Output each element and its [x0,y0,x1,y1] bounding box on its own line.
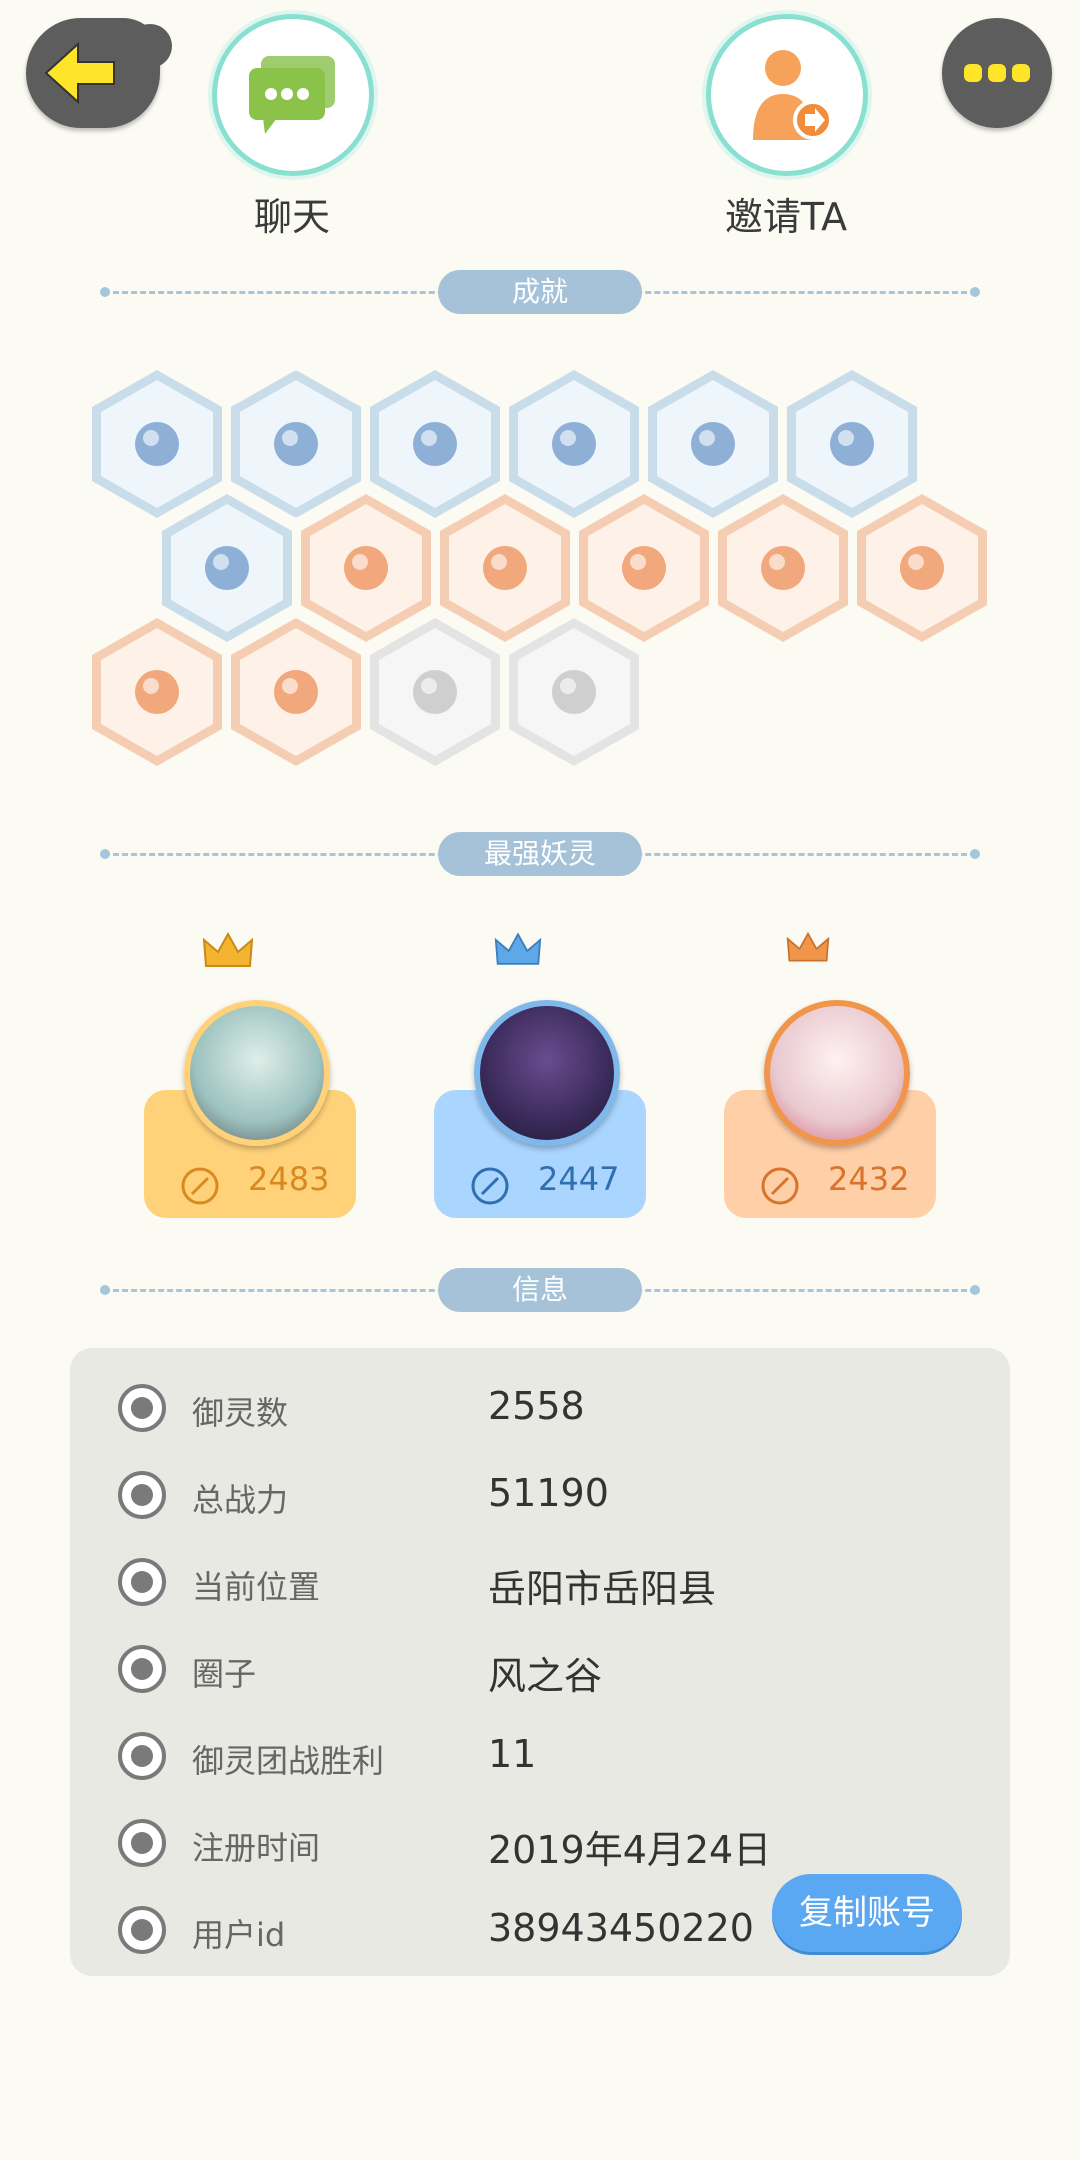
info-key: 圈子 [192,1655,257,1693]
info-key: 当前位置 [192,1568,321,1606]
info-value: 38943450220 [488,1906,754,1950]
achievement-badge[interactable] [509,618,639,766]
ghost-badge-icon [240,628,352,756]
strongest-title: 最强妖灵 [438,832,642,876]
info-value: 风之谷 [488,1654,603,1698]
sword-icon [181,1167,219,1205]
sneaker-badge-icon [101,380,213,508]
circle-target-icon [118,1645,166,1693]
achievement-badge[interactable] [787,370,917,518]
achievement-badge[interactable] [440,494,570,642]
info-key: 御灵数 [192,1394,289,1432]
achievements-header: 成就 [100,270,980,314]
invite-button[interactable]: 邀请TA [706,14,868,241]
info-value: 2558 [488,1384,585,1428]
invite-person-icon [753,50,833,140]
blue-crown-icon [494,932,542,965]
achievement-badge[interactable] [509,370,639,518]
info-value: 2019年4月24日 [488,1828,772,1872]
info-row-register-date: 注册时间 2019年4月24日 [70,1805,1010,1885]
fox-badge-icon [449,504,561,632]
achievement-badge[interactable] [370,370,500,518]
chat-label: 聊天 [253,195,330,239]
info-key: 用户id [192,1916,286,1954]
invite-label: 邀请TA [724,195,848,239]
location-pin-icon [118,1558,166,1606]
strongest-power-3: 2432 [828,1160,910,1198]
chat-button[interactable]: 聊天 [212,14,374,241]
achievement-badge[interactable] [231,370,361,518]
info-row-location: 当前位置 岳阳市岳阳县 [70,1544,1010,1624]
info-row-spirits: 御灵数 2558 [70,1370,1010,1450]
info-key: 注册时间 [192,1829,321,1867]
spirit-avatar-3[interactable] [764,1000,910,1146]
scroll-seal-badge-icon [866,504,978,632]
moon-badge-icon [518,380,630,508]
clock-icon [118,1819,166,1867]
cat-cart-badge-icon [588,504,700,632]
cat-mask-badge-icon [379,380,491,508]
orange-crown-icon [786,931,830,962]
chat-bubble-icon [249,56,335,134]
cat-flower-badge-icon [727,504,839,632]
copy-account-button[interactable]: 复制账号 [772,1874,962,1952]
achievement-badge[interactable] [579,494,709,642]
back-button[interactable] [26,18,172,128]
yin-yang-scroll-badge-icon [171,504,283,632]
dragon-badge-icon [379,628,491,756]
strongest-power-2: 2447 [538,1160,620,1198]
info-row-circle: 圈子 风之谷 [70,1631,1010,1711]
wolf-book-badge-icon [518,628,630,756]
yin-yang-wave-badge-icon [796,380,908,508]
gold-crown-icon [202,931,254,967]
trophy-sword-icon [118,1732,166,1780]
spirit-avatar-1[interactable] [184,1000,330,1146]
info-row-team-wins: 御灵团战胜利 11 [70,1718,1010,1798]
info-value: 51190 [488,1471,609,1515]
id-card-icon [118,1906,166,1954]
crystal-badge-icon [310,504,422,632]
strongest-power-1: 2483 [248,1160,330,1198]
sword-icon [471,1167,509,1205]
achievement-badge[interactable] [301,494,431,642]
strongest-header: 最强妖灵 [100,832,980,876]
back-arrow-icon [44,41,115,105]
ox-badge-icon [101,628,213,756]
info-value: 岳阳市岳阳县 [488,1567,717,1611]
achievement-badge[interactable] [648,370,778,518]
bubble-badge-icon [657,380,769,508]
info-row-power: 总战力 51190 [70,1457,1010,1537]
info-header: 信息 [100,1268,980,1312]
info-title: 信息 [438,1268,642,1312]
info-value: 11 [488,1732,537,1776]
info-key: 御灵团战胜利 [192,1742,385,1780]
achievement-badge[interactable] [92,370,222,518]
achievement-badge[interactable] [370,618,500,766]
orb-staff-badge-icon [240,380,352,508]
sword-icon [761,1167,799,1205]
spirit-icon [118,1384,166,1432]
info-key: 总战力 [192,1481,289,1519]
achievement-badge[interactable] [162,494,292,642]
more-options-button[interactable] [942,18,1052,128]
achievement-badge[interactable] [718,494,848,642]
sword-icon [118,1471,166,1519]
spirit-avatar-2[interactable] [474,1000,620,1146]
achievement-badge[interactable] [857,494,987,642]
achievement-badge[interactable] [231,618,361,766]
achievements-title: 成就 [438,270,642,314]
achievement-badge[interactable] [92,618,222,766]
more-dots-icon [964,64,1030,82]
